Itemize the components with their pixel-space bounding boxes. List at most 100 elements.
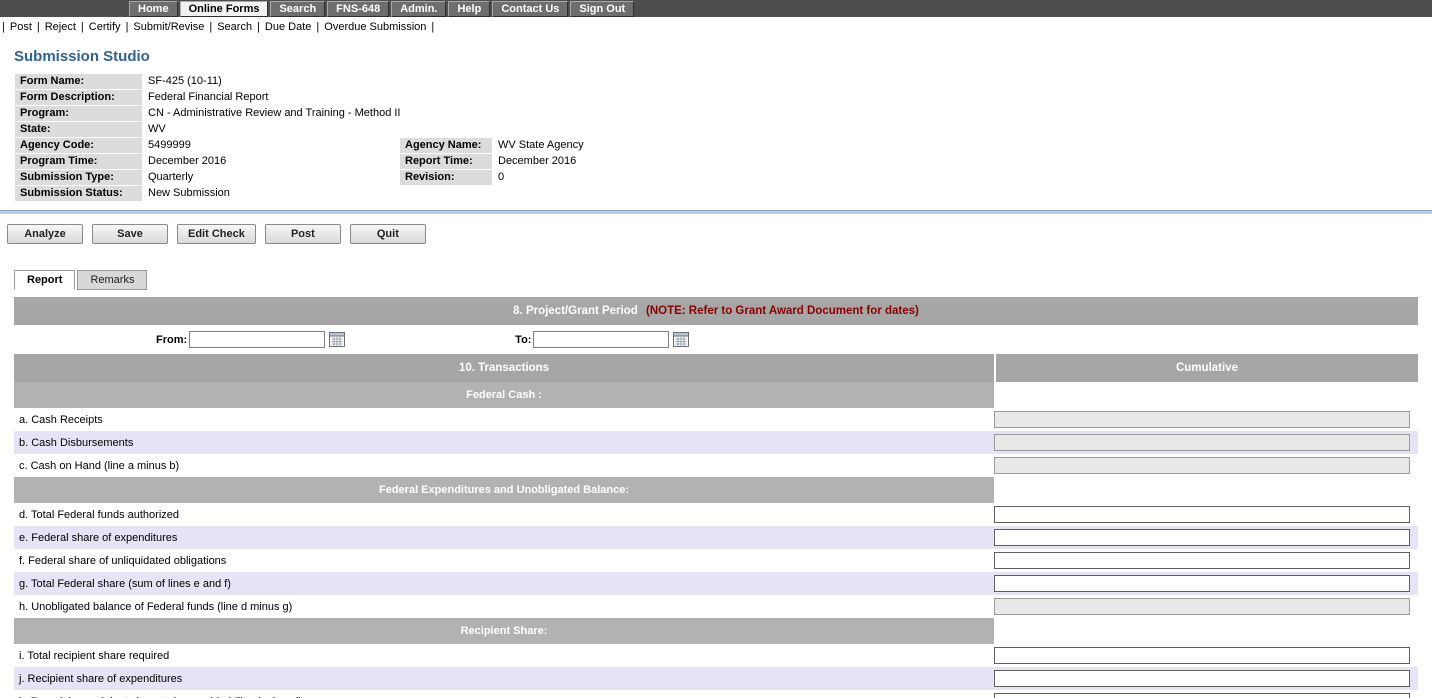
field-label: i. Total recipient share required (14, 650, 994, 662)
top-navigation: HomeOnline FormsSearchFNS-648Admin.HelpC… (0, 0, 1432, 17)
detail-label: Agency Code: (15, 138, 142, 153)
main-content: Submission Studio Form Name:SF-425 (10-1… (0, 48, 1432, 698)
menu-separator: | (257, 21, 260, 33)
save-button[interactable]: Save (92, 224, 168, 244)
field-row: e. Federal share of expenditures (14, 526, 1418, 549)
field-value-cell (994, 647, 1418, 664)
field-row: b. Cash Disbursements (14, 431, 1418, 454)
detail-label: Submission Type: (15, 170, 142, 185)
detail-label: State: (15, 122, 142, 137)
detail-label: Submission Status: (15, 186, 142, 201)
menu-separator: | (2, 21, 5, 33)
detail-label: Revision: (400, 170, 492, 185)
field-value-cell (994, 434, 1418, 451)
field-value-cell (994, 693, 1418, 698)
nav-tab-fns-648[interactable]: FNS-648 (327, 1, 389, 17)
to-label: To: (515, 334, 531, 346)
field-row: a. Cash Receipts (14, 408, 1418, 431)
amount-input-g[interactable] (994, 575, 1410, 592)
tab-report[interactable]: Report (14, 270, 75, 290)
field-value-cell (994, 670, 1418, 687)
detail-value: WV (143, 122, 711, 137)
detail-label: Form Description: (15, 90, 142, 105)
field-value-cell (994, 506, 1418, 523)
amount-input-e[interactable] (994, 529, 1410, 546)
amount-input-j[interactable] (994, 670, 1410, 687)
amount-input-i[interactable] (994, 647, 1410, 664)
amount-input-k[interactable] (994, 693, 1410, 698)
section-header: Federal Expenditures and Unobligated Bal… (14, 477, 994, 503)
details-row: Program:CN - Administrative Review and T… (15, 106, 711, 121)
nav-tab-contact-us[interactable]: Contact Us (492, 1, 568, 17)
transactions-column-header: 10. Transactions (14, 354, 994, 382)
from-calendar-icon[interactable] (329, 332, 345, 347)
field-label: a. Cash Receipts (14, 414, 994, 426)
detail-label: Program: (15, 106, 142, 121)
cumulative-column-header: Cumulative (996, 354, 1418, 382)
field-value-cell (994, 457, 1418, 474)
menu-separator: | (81, 21, 84, 33)
menu-separator: | (316, 21, 319, 33)
post-button[interactable]: Post (265, 224, 341, 244)
details-body: Form Name:SF-425 (10-11)Form Description… (15, 74, 711, 201)
menu-item-reject[interactable]: Reject (45, 21, 76, 33)
analyze-button[interactable]: Analyze (7, 224, 83, 244)
detail-value: New Submission (143, 186, 711, 201)
detail-value: WV State Agency (493, 138, 711, 153)
detail-label: Form Name: (15, 74, 142, 89)
field-value-cell (994, 552, 1418, 569)
nav-tab-online-forms[interactable]: Online Forms (180, 1, 269, 17)
details-row: Form Name:SF-425 (10-11) (15, 74, 711, 89)
field-row: h. Unobligated balance of Federal funds … (14, 595, 1418, 618)
field-row: f. Federal share of unliquidated obligat… (14, 549, 1418, 572)
field-row: g. Total Federal share (sum of lines e a… (14, 572, 1418, 595)
details-row: Submission Status:New Submission (15, 186, 711, 201)
nav-tab-help[interactable]: Help (448, 1, 490, 17)
tab-remarks[interactable]: Remarks (77, 270, 147, 290)
menu-separator: | (37, 21, 40, 33)
field-label: d. Total Federal funds authorized (14, 509, 994, 521)
field-row: i. Total recipient share required (14, 644, 1418, 667)
field-label: e. Federal share of expenditures (14, 532, 994, 544)
details-row: Form Description:Federal Financial Repor… (15, 90, 711, 105)
menu-item-overdue-submission[interactable]: Overdue Submission (324, 21, 426, 33)
nav-tab-search[interactable]: Search (270, 1, 325, 17)
to-calendar-icon[interactable] (673, 332, 689, 347)
detail-label: Report Time: (400, 154, 492, 169)
field-value-cell (994, 598, 1418, 615)
menu-item-certify[interactable]: Certify (89, 21, 121, 33)
detail-value: 0 (493, 170, 711, 185)
tab-bar: Report Remarks (14, 270, 1418, 290)
amount-input-d[interactable] (994, 506, 1410, 523)
nav-tab-admin[interactable]: Admin. (391, 1, 446, 17)
nav-tab-home[interactable]: Home (129, 1, 178, 17)
report-table: 8. Project/Grant Period (NOTE: Refer to … (14, 297, 1418, 698)
section-row: Federal Expenditures and Unobligated Bal… (14, 477, 1418, 503)
field-value-cell (994, 529, 1418, 546)
field-label: c. Cash on Hand (line a minus b) (14, 460, 994, 472)
section8-title: 8. Project/Grant Period (513, 305, 638, 317)
period-to-input[interactable] (533, 331, 669, 348)
edit-check-button[interactable]: Edit Check (177, 224, 256, 244)
section-header: Federal Cash : (14, 382, 994, 408)
action-menubar: | Post | Reject | Certify | Submit/Revise | Searc… (0, 17, 1432, 36)
period-from-input[interactable] (189, 331, 325, 348)
menu-separator: | (431, 21, 434, 33)
menu-item-search[interactable]: Search (217, 21, 252, 33)
menu-item-post[interactable]: Post (10, 21, 32, 33)
quit-button[interactable]: Quit (350, 224, 426, 244)
project-grant-period-header: 8. Project/Grant Period (NOTE: Refer to … (14, 297, 1418, 325)
field-label: h. Unobligated balance of Federal funds … (14, 601, 994, 613)
menu-item-submit-revise[interactable]: Submit/Revise (133, 21, 204, 33)
field-value-cell (994, 411, 1418, 428)
detail-value: Quarterly (143, 170, 399, 185)
amount-input-a (994, 411, 1410, 428)
details-row: Submission Type:QuarterlyRevision:0 (15, 170, 711, 185)
amount-input-f[interactable] (994, 552, 1410, 569)
period-row: From: To: (14, 325, 1418, 354)
from-label: From: (156, 334, 187, 346)
field-row: k. Remaining recipient share to be provi… (14, 690, 1418, 698)
menu-item-due-date[interactable]: Due Date (265, 21, 311, 33)
detail-value: December 2016 (143, 154, 399, 169)
nav-tab-sign-out[interactable]: Sign Out (570, 1, 634, 17)
